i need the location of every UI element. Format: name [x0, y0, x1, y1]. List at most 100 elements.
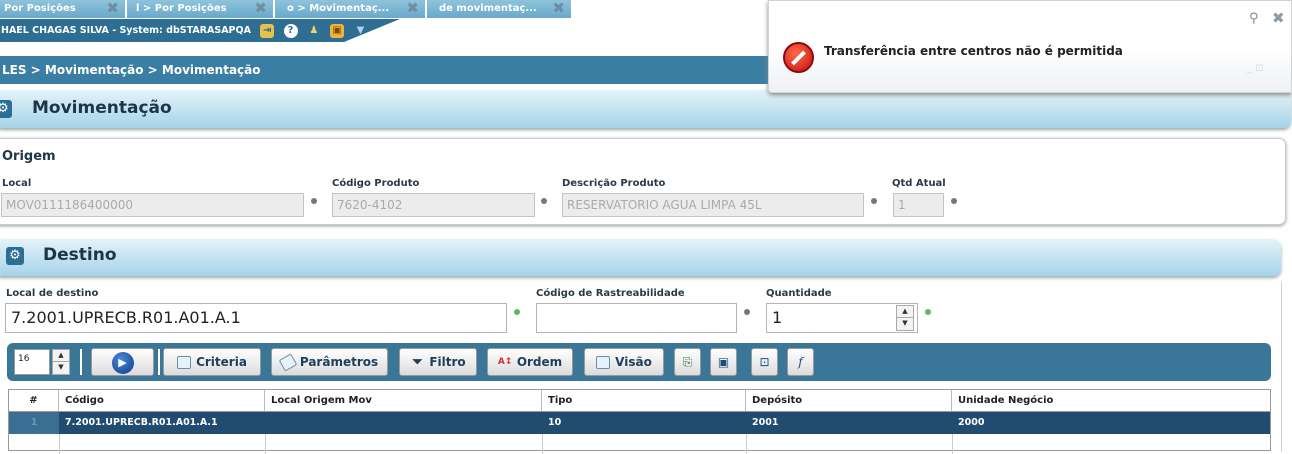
chevron-down-icon[interactable]: ▼	[53, 362, 69, 374]
column-divider	[59, 434, 60, 454]
table-cell	[265, 412, 542, 434]
help-icon[interactable]: ?	[283, 23, 298, 38]
filter-icon: ⏷	[412, 355, 423, 370]
close-icon[interactable]: ✖	[254, 0, 267, 17]
expand-button[interactable]: ⊡	[751, 348, 778, 376]
page-size-stepper[interactable]: ▲ ▼	[52, 349, 70, 375]
error-icon	[783, 42, 814, 73]
rastreabilidade-input[interactable]	[536, 303, 737, 333]
separator	[80, 349, 82, 375]
table-cell: 7.2001.UPRECB.R01.A01.A.1	[59, 412, 265, 434]
column-header[interactable]: #	[9, 390, 59, 411]
filtro-label: Filtro	[429, 355, 466, 369]
tab-l-por-posicoes[interactable]: l > Por Posições ✖	[127, 0, 274, 18]
user-icon[interactable]: ♟	[307, 24, 321, 38]
page-size-input[interactable]: 16	[14, 349, 50, 375]
tab-label: l > Por Posições	[136, 3, 227, 14]
column-header[interactable]: Código	[59, 390, 265, 411]
ordem-button[interactable]: A↕ Ordem	[487, 348, 573, 376]
export-icon: ⎘	[682, 355, 693, 369]
column-header[interactable]: Depósito	[746, 390, 952, 411]
qtd-atual-field: 1	[893, 193, 944, 217]
dropdown-icon[interactable]: ▼	[354, 24, 368, 38]
tab-label: Por Posições	[4, 3, 76, 14]
criteria-button[interactable]: Criteria	[163, 348, 261, 376]
codigo-produto-field: 7620-4102	[332, 193, 535, 217]
export-button[interactable]: ⎘	[674, 348, 701, 376]
table-cell: 2001	[746, 412, 952, 434]
close-icon[interactable]: ✖	[406, 0, 419, 17]
table-row[interactable]: 1 7.2001.UPRECB.R01.A01.A.1 10 2001 2000	[9, 412, 1270, 434]
table-cell: 1	[9, 412, 59, 434]
play-button[interactable]: ▶	[91, 348, 154, 376]
tab-de-movimentacao[interactable]: de movimentaç... ✖	[427, 0, 572, 18]
chevron-down-icon[interactable]: ▼	[897, 318, 913, 330]
destino-header: ⚙ Destino	[0, 239, 1281, 276]
sort-az-icon: A↕	[497, 357, 513, 367]
function-button[interactable]: f	[787, 348, 814, 376]
column-header[interactable]: Tipo	[542, 390, 746, 411]
page-header: ⚙ Movimentação	[0, 90, 1291, 128]
criteria-icon	[177, 356, 192, 369]
chevron-up-icon[interactable]: ▲	[897, 306, 913, 318]
status-dot	[951, 198, 957, 204]
column-header[interactable]: Local Origem Mov	[265, 390, 542, 411]
grid-toolbar: 16 ▲ ▼ ▶ Criteria Parâmetros ⏷ Filtro A↕ Or…	[7, 343, 1271, 381]
local-destino-label: Local de destino	[6, 288, 99, 299]
filtro-button[interactable]: ⏷ Filtro	[399, 348, 477, 376]
column-divider	[265, 434, 266, 454]
tab-movimentacao[interactable]: o > Movimentaç... ✖	[275, 0, 426, 18]
tag-icon	[278, 353, 298, 372]
local-field: MOV0111186400000	[1, 193, 304, 217]
close-icon[interactable]: ✖	[552, 0, 565, 17]
close-icon[interactable]: ✖	[1272, 9, 1285, 27]
status-dot	[311, 198, 317, 204]
tab-label: de movimentaç...	[439, 3, 537, 14]
descricao-produto-label: Descrição Produto	[562, 178, 666, 189]
code-icon: ⊡	[759, 355, 770, 369]
rastreabilidade-label: Código de Rastreabilidade	[536, 288, 685, 299]
table-cell: 2000	[952, 412, 1270, 434]
close-icon[interactable]: ✖	[106, 0, 119, 17]
parametros-button[interactable]: Parâmetros	[271, 348, 388, 376]
tab-por-posicoes[interactable]: Por Posições ✖	[0, 0, 126, 18]
chevron-up-icon[interactable]: ▲	[53, 350, 69, 362]
status-dot	[541, 198, 547, 204]
breadcrumb-text: LES > Movimentação > Movimentação	[2, 63, 261, 77]
qtd-atual-label: Qtd Atual	[892, 178, 946, 189]
minimize-icon[interactable]: _ ⊡	[1247, 63, 1264, 74]
column-divider	[542, 434, 543, 454]
gear-icon: ⚙	[6, 247, 24, 265]
quantidade-label: Quantidade	[766, 288, 832, 299]
ordem-label: Ordem	[516, 355, 563, 369]
error-message: Transferência entre centros não é permit…	[824, 44, 1123, 58]
view-icon	[596, 356, 611, 369]
status-dot	[514, 309, 520, 315]
visao-label: Visão	[615, 355, 652, 369]
data-grid: # Código Local Origem Mov Tipo Depósito …	[8, 389, 1271, 454]
criteria-label: Criteria	[196, 355, 247, 369]
status-dot	[871, 198, 877, 204]
exit-icon[interactable]: ⇥	[260, 23, 275, 38]
local-destino-input[interactable]: 7.2001.UPRECB.R01.A01.A.1	[5, 303, 507, 333]
lock-icon[interactable]: ▣	[330, 23, 345, 38]
gear-icon: ⚙	[0, 100, 12, 118]
save-button[interactable]: ▣	[710, 348, 737, 376]
column-divider	[746, 434, 747, 454]
play-icon: ▶	[111, 352, 134, 374]
local-label: Local	[2, 178, 32, 189]
codigo-produto-label: Código Produto	[332, 178, 420, 189]
descricao-produto-field: RESERVATORIO AGUA LIMPA 45L	[562, 193, 864, 217]
user-bar: HAEL CHAGAS SILVA - System: dbSTARASAPQA…	[0, 19, 400, 42]
search-icon[interactable]: ⚲	[1249, 11, 1259, 26]
page-title: Movimentação	[32, 98, 172, 118]
quantidade-stepper[interactable]: ▲ ▼	[896, 305, 914, 331]
column-divider	[952, 434, 953, 454]
column-header[interactable]: Unidade Negócio	[952, 390, 1270, 411]
origem-panel: Origem Local MOV0111186400000 Código Pro…	[0, 138, 1286, 225]
visao-button[interactable]: Visão	[584, 348, 664, 376]
status-dot	[744, 309, 750, 315]
function-icon: f	[798, 355, 803, 369]
table-cell: 10	[542, 412, 746, 434]
save-icon: ▣	[717, 355, 730, 369]
